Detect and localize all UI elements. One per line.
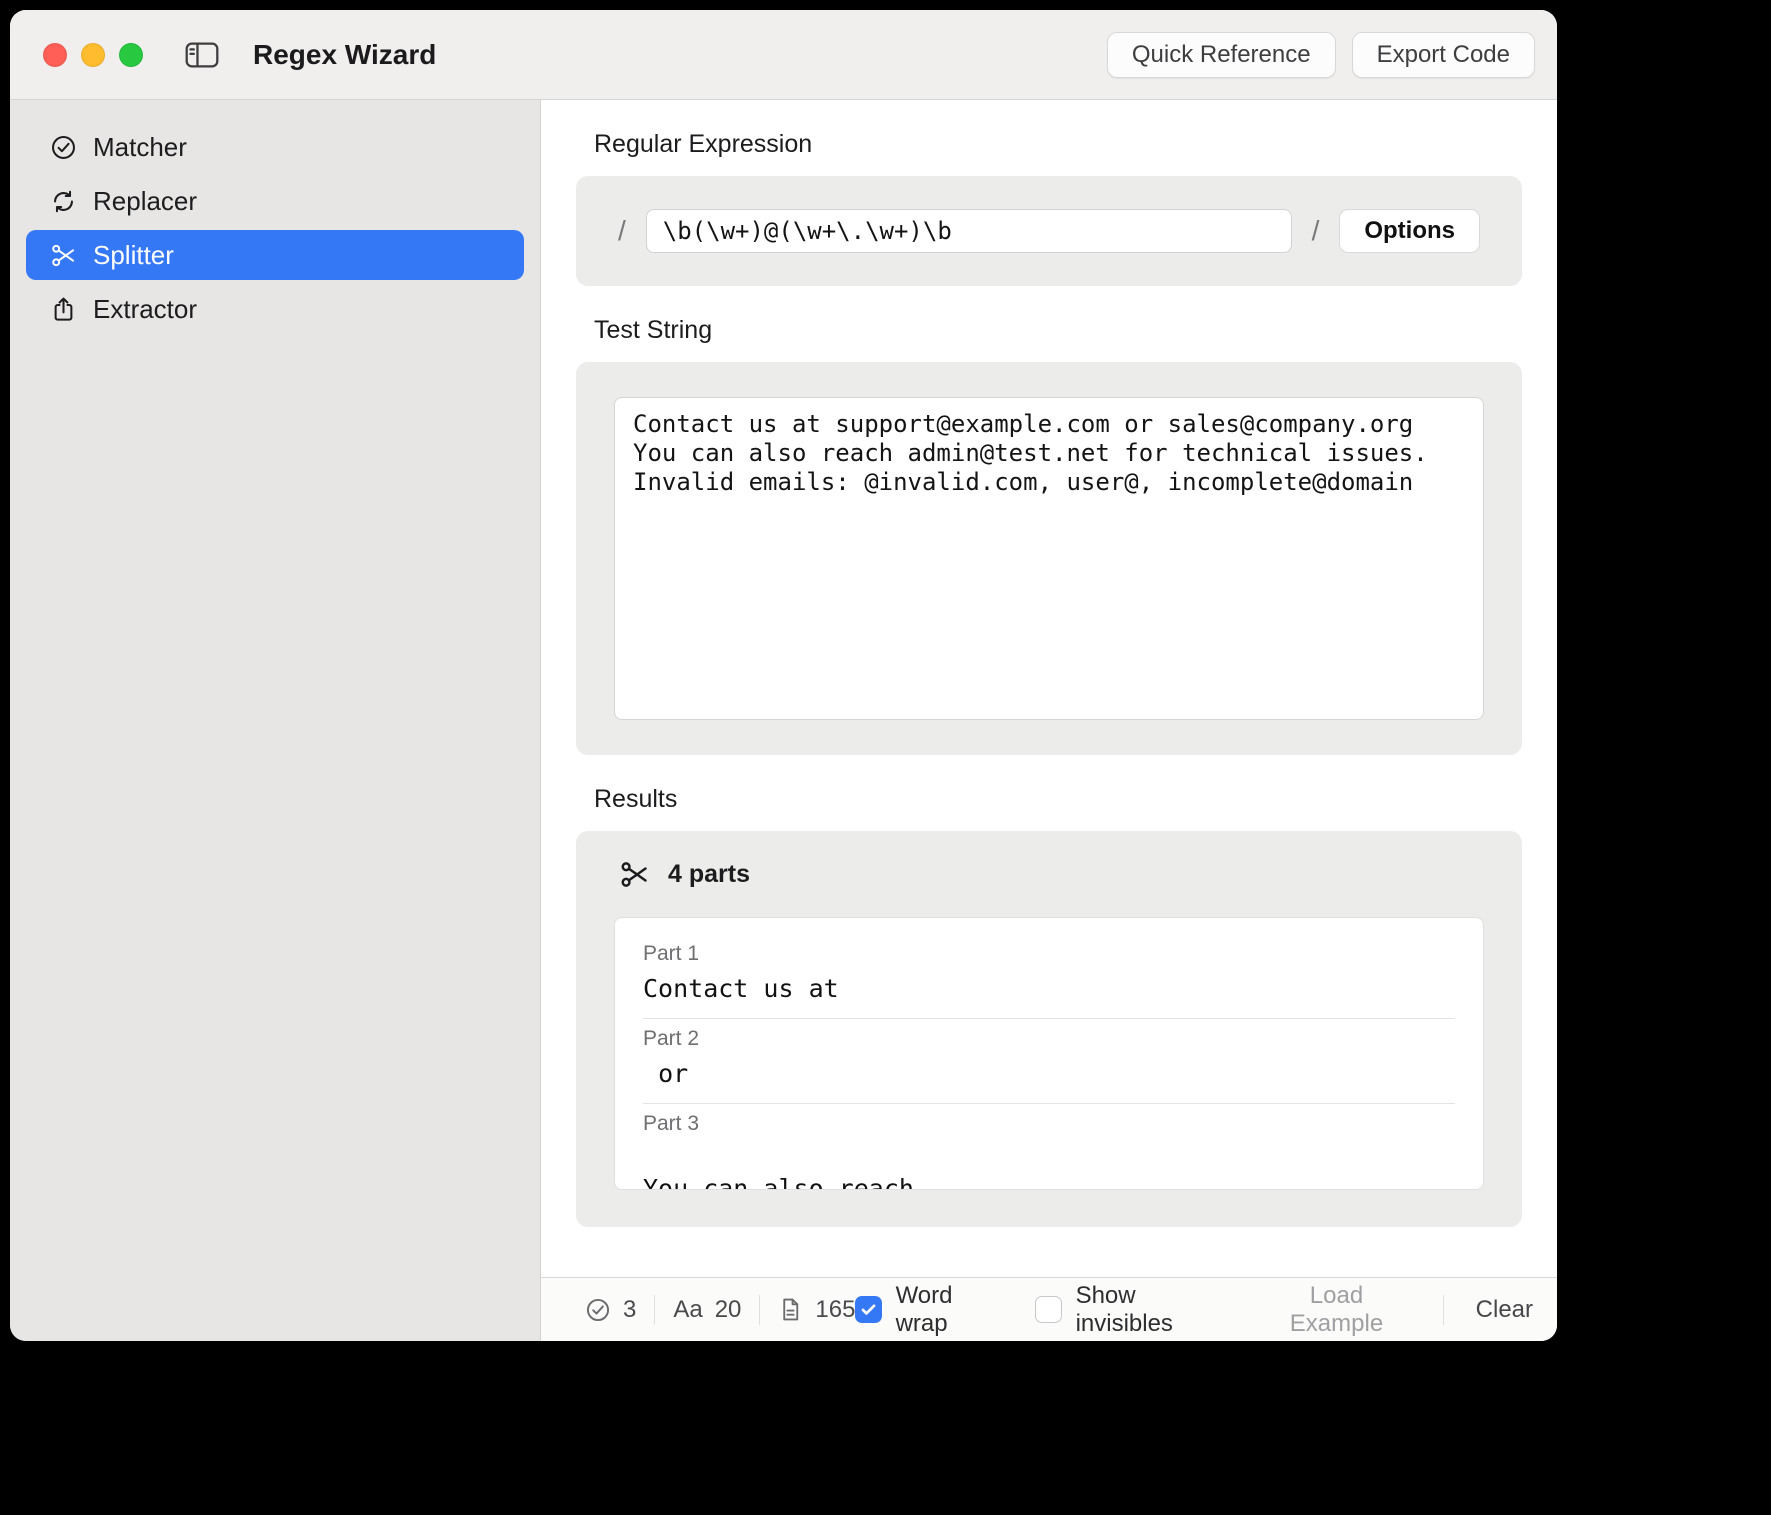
zoom-button[interactable]	[119, 43, 143, 67]
sidebar-toggle-icon[interactable]	[185, 41, 219, 69]
traffic-lights	[43, 43, 143, 67]
regex-section-label: Regular Expression	[594, 130, 1522, 160]
share-icon	[50, 296, 77, 323]
options-button[interactable]: Options	[1339, 209, 1480, 253]
export-code-button[interactable]: Export Code	[1352, 32, 1535, 78]
window-title: Regex Wizard	[253, 39, 436, 71]
sidebar-item-label: Extractor	[93, 294, 197, 325]
part-label: Part 2	[643, 1027, 1455, 1051]
test-string-textarea[interactable]: Contact us at support@example.com or sal…	[614, 397, 1484, 720]
document-icon	[778, 1297, 803, 1322]
result-part: Part 2 or	[643, 1019, 1455, 1104]
results-section-label: Results	[594, 785, 1522, 815]
statusbar-divider	[1443, 1295, 1444, 1325]
sidebar-item-label: Replacer	[93, 186, 197, 217]
regex-close-delimiter: /	[1312, 215, 1320, 247]
part-label: Part 1	[643, 942, 1455, 966]
close-button[interactable]	[43, 43, 67, 67]
font-size-icon: Aa	[673, 1296, 702, 1324]
main-content: Regular Expression / / Options Test Stri…	[541, 100, 1557, 1277]
part-value: You can also reach	[643, 1144, 1455, 1190]
arrows-cycle-icon	[50, 188, 77, 215]
match-count: 3	[623, 1296, 636, 1324]
match-check-circle-icon	[585, 1297, 611, 1323]
results-summary: 4 parts	[668, 860, 750, 889]
show-invisibles-checkbox[interactable]	[1035, 1296, 1061, 1323]
scissors-icon	[619, 859, 650, 890]
sidebar-item-splitter[interactable]: Splitter	[26, 230, 524, 280]
sidebar-item-extractor[interactable]: Extractor	[26, 284, 524, 334]
regex-open-delimiter: /	[618, 215, 626, 247]
part-value: Contact us at	[643, 974, 1455, 1004]
status-bar: 3 Aa 20 165	[541, 1277, 1557, 1341]
sidebar-item-replacer[interactable]: Replacer	[26, 176, 524, 226]
titlebar: Regex Wizard Quick Reference Export Code	[10, 10, 1557, 100]
results-list: Part 1 Contact us at Part 2 or Part 3 Yo…	[614, 917, 1484, 1190]
quick-reference-button[interactable]: Quick Reference	[1107, 32, 1336, 78]
statusbar-divider	[759, 1295, 760, 1325]
font-size-value: 20	[715, 1296, 742, 1324]
sidebar-item-label: Matcher	[93, 132, 187, 163]
app-window: Regex Wizard Quick Reference Export Code…	[10, 10, 1557, 1341]
show-invisibles-label: Show invisibles	[1076, 1282, 1235, 1338]
check-circle-icon	[50, 134, 77, 161]
word-wrap-checkbox[interactable]	[855, 1296, 881, 1323]
sidebar: Matcher Replacer	[10, 100, 541, 1341]
regex-panel: / / Options	[576, 176, 1522, 286]
part-value: or	[643, 1059, 1455, 1089]
sidebar-item-label: Splitter	[93, 240, 174, 271]
minimize-button[interactable]	[81, 43, 105, 67]
sidebar-item-matcher[interactable]: Matcher	[26, 122, 524, 172]
results-header: 4 parts	[614, 831, 1484, 917]
scissors-icon	[50, 242, 77, 269]
statusbar-divider	[654, 1295, 655, 1325]
clear-button[interactable]: Clear	[1476, 1296, 1533, 1324]
result-part: Part 1 Contact us at	[643, 934, 1455, 1019]
load-example-button[interactable]: Load Example	[1262, 1282, 1410, 1338]
char-count: 165	[815, 1296, 855, 1324]
results-panel: 4 parts Part 1 Contact us at Part 2 or P	[576, 831, 1522, 1227]
word-wrap-label: Word wrap	[896, 1282, 1008, 1338]
regex-pattern-input[interactable]	[646, 209, 1292, 253]
test-string-section-label: Test String	[594, 316, 1522, 346]
test-string-panel: Contact us at support@example.com or sal…	[576, 362, 1522, 755]
result-part: Part 3 You can also reach	[643, 1104, 1455, 1190]
part-label: Part 3	[643, 1112, 1455, 1136]
